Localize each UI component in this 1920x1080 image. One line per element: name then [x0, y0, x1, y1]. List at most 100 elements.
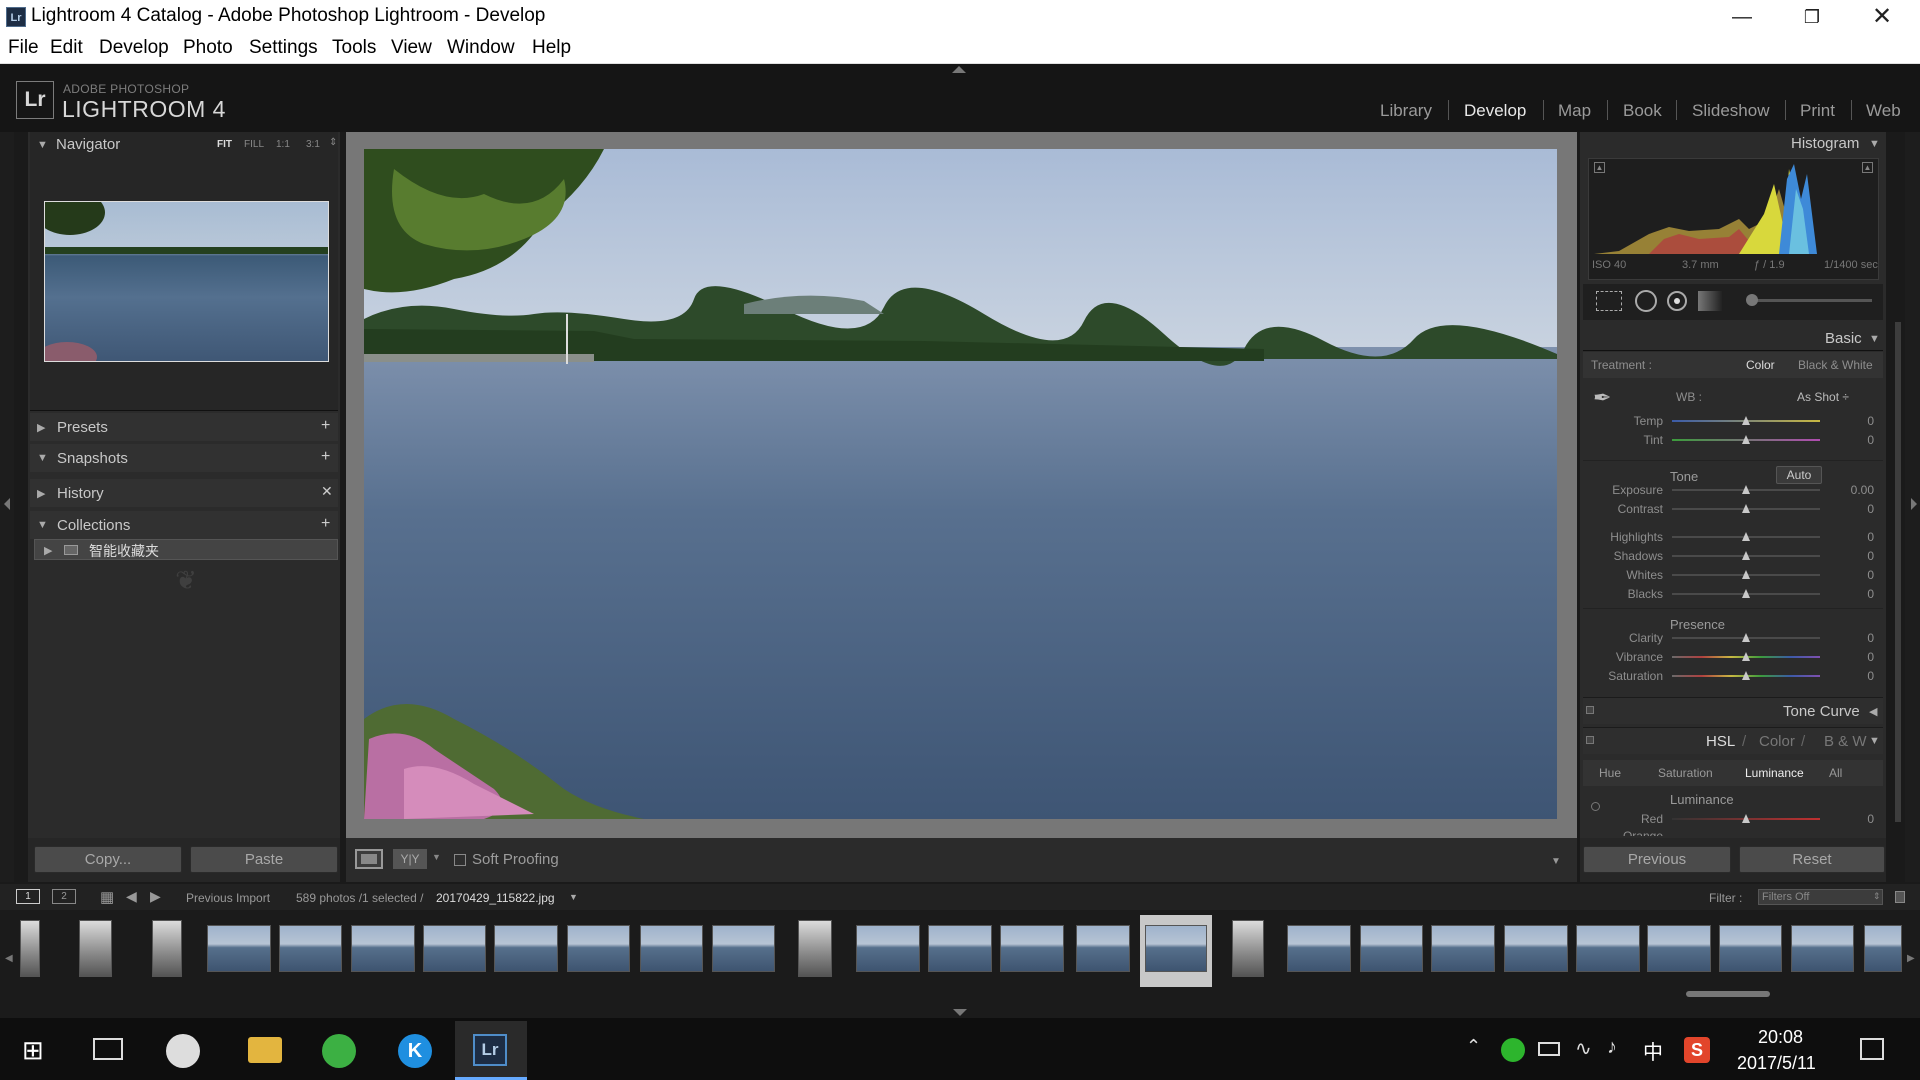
before-after-dropdown-icon[interactable]: ▼: [432, 852, 441, 862]
before-after-icon[interactable]: Y|Y: [393, 849, 427, 869]
filmstrip-thumbnail[interactable]: [79, 920, 112, 977]
hsl-tab-saturation[interactable]: Saturation: [1658, 766, 1713, 780]
filmstrip-thumbnail[interactable]: [1360, 925, 1423, 972]
slider-value[interactable]: 0.00: [1834, 483, 1874, 497]
menu-window[interactable]: Window: [447, 37, 515, 59]
notification-icon[interactable]: [1860, 1038, 1884, 1060]
slider-knob[interactable]: [1742, 435, 1750, 444]
slider-knob[interactable]: [1742, 551, 1750, 560]
windows-start-icon[interactable]: ⊞: [22, 1035, 44, 1066]
slider-knob[interactable]: [1742, 589, 1750, 598]
filmstrip-thumbnail[interactable]: [423, 925, 486, 972]
module-slideshow[interactable]: Slideshow: [1692, 101, 1770, 121]
k-app-icon[interactable]: K: [398, 1034, 432, 1068]
hsl-tab-all[interactable]: All: [1829, 766, 1842, 780]
selected-thumbnail[interactable]: [1145, 925, 1207, 972]
slider-knob[interactable]: [1742, 814, 1750, 823]
spot-removal-icon[interactable]: [1635, 290, 1657, 312]
pinwheel-app-icon[interactable]: [166, 1034, 200, 1068]
auto-tone-button[interactable]: Auto: [1776, 466, 1822, 484]
grid-view-icon[interactable]: ▦: [100, 888, 114, 906]
presets-header[interactable]: ▶ Presets +: [30, 413, 338, 441]
filmstrip-thumbnail[interactable]: [856, 925, 920, 972]
slider-value[interactable]: 0: [1834, 669, 1874, 683]
soft-proofing-checkbox[interactable]: [454, 854, 466, 866]
loupe-view-icon[interactable]: [355, 849, 383, 869]
red-eye-icon[interactable]: [1667, 291, 1687, 311]
clock-date[interactable]: 2017/5/11: [1737, 1053, 1816, 1074]
crop-overlay-icon[interactable]: [1596, 291, 1622, 311]
zoom-fit[interactable]: FIT: [217, 139, 232, 150]
filmstrip-thumbnail[interactable]: [1504, 925, 1568, 972]
zoom-fill[interactable]: FILL: [244, 139, 264, 150]
filmstrip-thumbnail[interactable]: [798, 920, 832, 977]
slider-knob[interactable]: [1742, 633, 1750, 642]
highlight-clipping-icon[interactable]: ▲: [1862, 162, 1873, 173]
history-header[interactable]: ▶ History ✕: [30, 479, 338, 507]
toolbar-options-icon[interactable]: ▼: [1551, 856, 1561, 867]
filmstrip-thumbnail[interactable]: [1791, 925, 1854, 972]
filmstrip-thumbnail[interactable]: [1864, 925, 1902, 972]
battery-icon[interactable]: [1538, 1042, 1560, 1056]
treatment-bw[interactable]: Black & White: [1798, 358, 1873, 372]
zoom-3-1[interactable]: 3:1: [306, 139, 320, 150]
wb-eyedropper-icon[interactable]: ✒: [1593, 385, 1619, 415]
close-button[interactable]: ✕: [1847, 0, 1917, 34]
filmstrip-thumbnail[interactable]: [351, 925, 415, 972]
histogram-collapse-icon[interactable]: ▼: [1869, 138, 1880, 150]
filmstrip-thumbnail[interactable]: [1287, 925, 1351, 972]
clock-time[interactable]: 20:08: [1758, 1027, 1803, 1048]
module-map[interactable]: Map: [1558, 101, 1591, 121]
minimize-button[interactable]: —: [1707, 0, 1777, 34]
collections-header[interactable]: ▼ Collections +: [30, 511, 338, 539]
previous-button[interactable]: Previous: [1583, 846, 1731, 873]
filmstrip-thumbnail[interactable]: [712, 925, 775, 972]
hsl-tab-luminance[interactable]: Luminance: [1745, 766, 1804, 780]
paste-button[interactable]: Paste: [190, 846, 338, 873]
ime-indicator[interactable]: 中: [1643, 1036, 1663, 1065]
filmstrip-thumbnail[interactable]: [1076, 925, 1130, 972]
filmstrip-thumbnail[interactable]: [1719, 925, 1782, 972]
zoom-1-1[interactable]: 1:1: [276, 139, 290, 150]
menu-develop[interactable]: Develop: [99, 37, 169, 59]
right-panel-scrollbar[interactable]: [1895, 322, 1901, 822]
source-label[interactable]: Previous Import: [186, 891, 270, 905]
targeted-adjust-icon[interactable]: [1591, 802, 1600, 811]
slider-value[interactable]: 0: [1834, 587, 1874, 601]
hsl-title[interactable]: HSL: [1706, 733, 1735, 750]
lightroom-taskbar-button[interactable]: Lr: [455, 1021, 527, 1080]
tone-curve-switch-icon[interactable]: [1586, 706, 1594, 714]
filmstrip-scrollbar[interactable]: [1686, 991, 1770, 997]
file-explorer-icon[interactable]: [248, 1037, 282, 1063]
filmstrip-thumbnail[interactable]: [494, 925, 558, 972]
volume-icon[interactable]: ♪: [1607, 1036, 1617, 1059]
slider-value[interactable]: 0: [1834, 414, 1874, 428]
filmstrip-thumbnail[interactable]: [1232, 920, 1264, 977]
slider-value[interactable]: 0: [1834, 568, 1874, 582]
menu-settings[interactable]: Settings: [249, 37, 318, 59]
filter-lock-icon[interactable]: [1895, 891, 1905, 903]
filmstrip-thumbnail[interactable]: [207, 925, 271, 972]
hsl-tab-hue[interactable]: Hue: [1599, 766, 1621, 780]
filmstrip-thumbnail[interactable]: [1576, 925, 1640, 972]
slider-knob[interactable]: [1742, 570, 1750, 579]
filmstrip-thumbnail[interactable]: [279, 925, 342, 972]
module-print[interactable]: Print: [1800, 101, 1835, 121]
slider-knob[interactable]: [1742, 485, 1750, 494]
left-panel-toggle-icon[interactable]: [4, 498, 10, 510]
clear-history-icon[interactable]: ✕: [321, 483, 333, 500]
menu-help[interactable]: Help: [532, 37, 571, 59]
browser-icon[interactable]: [322, 1034, 356, 1068]
slider-value[interactable]: 0: [1834, 549, 1874, 563]
filmstrip-scroll-left-icon[interactable]: ◀: [5, 953, 13, 964]
wb-dropdown[interactable]: As Shot ÷: [1797, 390, 1849, 404]
restore-button[interactable]: ❐: [1777, 0, 1847, 34]
sogou-icon[interactable]: S: [1684, 1037, 1710, 1063]
slider-value[interactable]: 0: [1834, 812, 1874, 826]
hsl-switch-icon[interactable]: [1586, 736, 1594, 744]
filename-dropdown-icon[interactable]: ▼: [569, 892, 578, 902]
slider-value[interactable]: 0: [1834, 433, 1874, 447]
bottom-panel-toggle-icon[interactable]: [953, 1009, 967, 1016]
module-web[interactable]: Web: [1866, 101, 1901, 121]
back-arrow-icon[interactable]: ◀: [126, 888, 137, 905]
